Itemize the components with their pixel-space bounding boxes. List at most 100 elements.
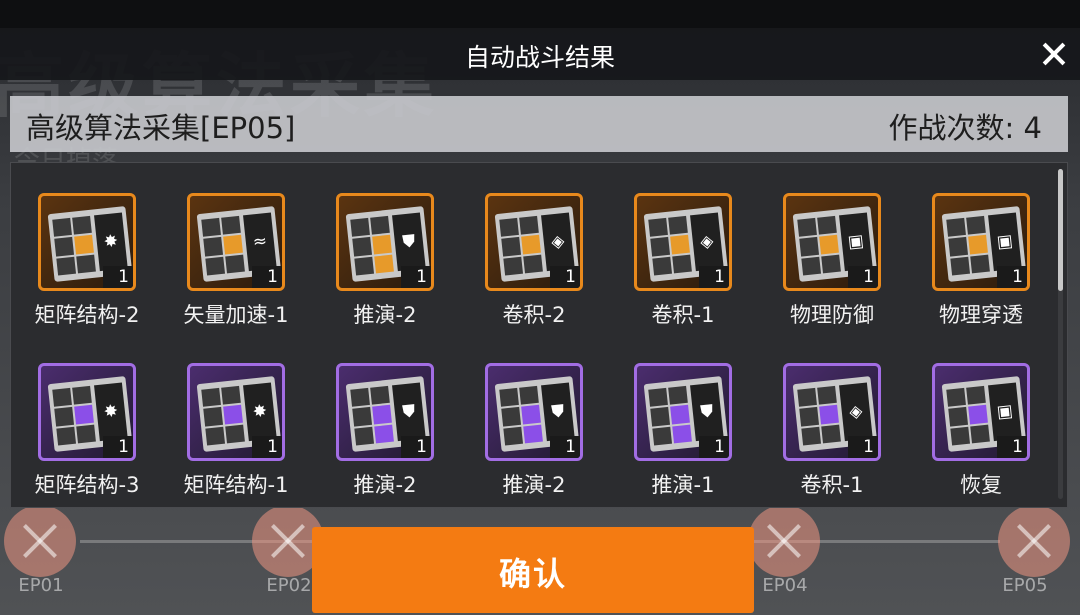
top-bar bbox=[0, 0, 1080, 28]
item-name: 物理防御 bbox=[790, 303, 874, 327]
reward-item[interactable]: ≈1 矢量加速-1 bbox=[176, 193, 296, 343]
chip-grid bbox=[946, 215, 990, 276]
reward-item[interactable]: ▣ 1 物理防御 bbox=[772, 193, 892, 343]
chip-grid bbox=[797, 215, 841, 276]
dialog-header: 自动战斗结果 bbox=[0, 28, 1080, 80]
item-name: 推演-2 bbox=[502, 473, 566, 497]
item-quantity: 1 bbox=[699, 436, 729, 458]
reward-list[interactable]: ✸ 1 矩阵结构-2 ≈1 矢量加速-1 ⛊ 1 推演-2 ◈ 1 卷积-2 ◈ 1 卷积-1 ▣ 1 物理防御… bbox=[10, 162, 1068, 508]
item-quantity: 1 bbox=[550, 436, 580, 458]
reward-item-frame: ▣ 1 bbox=[932, 193, 1030, 291]
shield-icon: ⛊ bbox=[541, 382, 575, 442]
scrollbar-thumb[interactable] bbox=[1058, 169, 1063, 291]
reward-item[interactable]: ◈ 1 卷积-1 bbox=[772, 363, 892, 513]
squares-icon: ▣ bbox=[988, 212, 1022, 272]
stage-label-ep01: EP01 bbox=[18, 575, 64, 596]
item-quantity: 1 bbox=[550, 266, 580, 288]
reward-item[interactable]: ✸ 1 矩阵结构-2 bbox=[27, 193, 147, 343]
reward-item-frame: ▣ 1 bbox=[783, 193, 881, 291]
stage-node-ep05[interactable] bbox=[998, 505, 1070, 577]
item-name: 卷积-1 bbox=[800, 473, 864, 497]
stage-name: 高级算法采集[EP05] bbox=[26, 111, 296, 145]
item-quantity: 1 bbox=[252, 266, 282, 288]
reward-item[interactable]: ▣ 1 物理穿透 bbox=[921, 193, 1041, 343]
reward-item[interactable]: ⛊ 1 推演-2 bbox=[325, 363, 445, 513]
diamond-icon: ◈ bbox=[839, 382, 873, 442]
item-name: 恢复 bbox=[960, 473, 1002, 497]
chevrons-icon: ≈ bbox=[243, 212, 277, 272]
reward-item[interactable]: ◈ 1 卷积-2 bbox=[474, 193, 594, 343]
item-name: 矩阵结构-1 bbox=[183, 473, 289, 497]
item-quantity: 1 bbox=[699, 266, 729, 288]
stage-info-bar: 高级算法采集[EP05] 作战次数: 4 bbox=[10, 96, 1068, 152]
chip-grid bbox=[201, 215, 245, 276]
item-name: 矩阵结构-2 bbox=[34, 303, 140, 327]
star-burst-icon: ✸ bbox=[94, 382, 128, 442]
reward-item-frame: ✸ 1 bbox=[187, 363, 285, 461]
item-name: 推演-2 bbox=[353, 303, 417, 327]
shield-icon: ⛊ bbox=[392, 382, 426, 442]
item-quantity: 1 bbox=[848, 266, 878, 288]
reward-item-frame: ✸ 1 bbox=[38, 193, 136, 291]
item-quantity: 1 bbox=[103, 266, 133, 288]
item-quantity: 1 bbox=[401, 266, 431, 288]
item-quantity: 1 bbox=[252, 436, 282, 458]
squares-icon: ▣ bbox=[839, 212, 873, 272]
chip-grid bbox=[648, 215, 692, 276]
reward-item[interactable]: ⛊ 1 推演-2 bbox=[474, 363, 594, 513]
reward-item-frame: ⛊ 1 bbox=[485, 363, 583, 461]
chip-grid bbox=[201, 385, 245, 446]
item-quantity: 1 bbox=[997, 266, 1027, 288]
chip-grid bbox=[350, 385, 394, 446]
item-quantity: 1 bbox=[997, 436, 1027, 458]
reward-item-frame: ✸ 1 bbox=[38, 363, 136, 461]
reward-item[interactable]: ✸ 1 矩阵结构-1 bbox=[176, 363, 296, 513]
item-name: 推演-2 bbox=[353, 473, 417, 497]
dialog-title: 自动战斗结果 bbox=[464, 43, 615, 72]
close-icon[interactable] bbox=[1034, 34, 1074, 74]
item-quantity: 1 bbox=[401, 436, 431, 458]
chip-grid bbox=[52, 215, 96, 276]
reward-item[interactable]: ▣ 1 恢复 bbox=[921, 363, 1041, 513]
diamond-icon: ◈ bbox=[541, 212, 575, 272]
item-name: 卷积-2 bbox=[502, 303, 566, 327]
chip-grid bbox=[499, 385, 543, 446]
diamond-icon: ◈ bbox=[690, 212, 724, 272]
reward-item[interactable]: ⛊ 1 推演-2 bbox=[325, 193, 445, 343]
shield-icon: ⛊ bbox=[690, 382, 724, 442]
chip-grid bbox=[797, 385, 841, 446]
chip-grid bbox=[648, 385, 692, 446]
chip-grid bbox=[350, 215, 394, 276]
chip-grid bbox=[499, 215, 543, 276]
scrollbar[interactable] bbox=[1058, 169, 1063, 499]
reward-item[interactable]: ✸ 1 矩阵结构-3 bbox=[27, 363, 147, 513]
confirm-button[interactable]: 确认 bbox=[312, 527, 754, 613]
stage-node-ep04[interactable] bbox=[748, 505, 820, 577]
reward-item-frame: ◈ 1 bbox=[485, 193, 583, 291]
item-quantity: 1 bbox=[848, 436, 878, 458]
reward-item[interactable]: ◈ 1 卷积-1 bbox=[623, 193, 743, 343]
reward-item-frame: ◈ 1 bbox=[783, 363, 881, 461]
item-name: 推演-1 bbox=[651, 473, 715, 497]
reward-item[interactable]: ⛊ 1 推演-1 bbox=[623, 363, 743, 513]
reward-item-frame: ⛊ 1 bbox=[336, 193, 434, 291]
stage-label-ep05: EP05 bbox=[1002, 575, 1048, 596]
reward-item-frame: ◈ 1 bbox=[634, 193, 732, 291]
battle-count: 作战次数: 4 bbox=[888, 111, 1042, 145]
confirm-button-label: 确认 bbox=[498, 555, 567, 593]
chip-grid bbox=[52, 385, 96, 446]
star-burst-icon: ✸ bbox=[94, 212, 128, 272]
reward-item-frame: ⛊ 1 bbox=[634, 363, 732, 461]
reward-item-frame: ≈1 bbox=[187, 193, 285, 291]
item-name: 矢量加速-1 bbox=[183, 303, 289, 327]
reward-item-frame: ⛊ 1 bbox=[336, 363, 434, 461]
stage-node-ep01[interactable] bbox=[4, 505, 76, 577]
shield-icon: ⛊ bbox=[392, 212, 426, 272]
auto-battle-result-dialog: 自动战斗结果 高级算法采集[EP05] 作战次数: 4 ✸ 1 矩阵结构-2 ≈1 矢量… bbox=[0, 28, 1080, 508]
reward-item-frame: ▣ 1 bbox=[932, 363, 1030, 461]
star-burst-icon: ✸ bbox=[243, 382, 277, 442]
squares-icon: ▣ bbox=[988, 382, 1022, 442]
item-name: 卷积-1 bbox=[651, 303, 715, 327]
item-quantity: 1 bbox=[103, 436, 133, 458]
item-name: 物理穿透 bbox=[939, 303, 1023, 327]
